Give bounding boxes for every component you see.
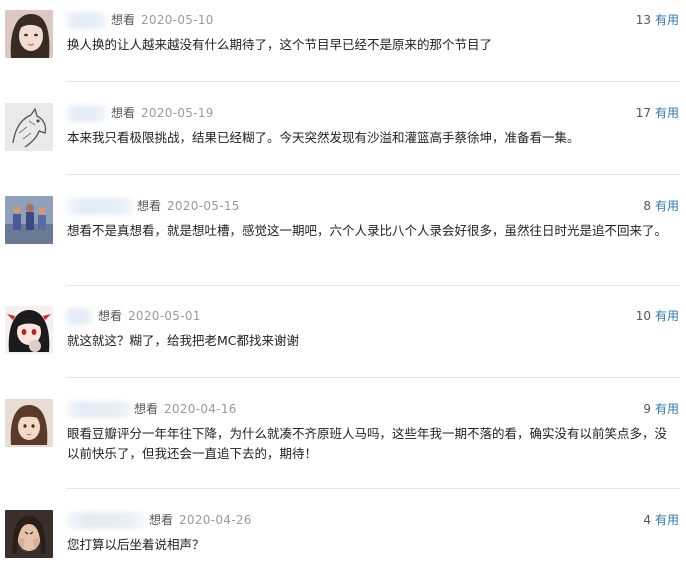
vote-count: 4 — [643, 513, 651, 527]
crying-woman-avatar-icon — [5, 510, 53, 558]
comment-date: 2020-05-15 — [167, 199, 240, 213]
useful-button[interactable]: 有用 — [655, 106, 679, 120]
useful-button[interactable]: 有用 — [655, 199, 679, 213]
vote-area: 17 有用 — [636, 103, 679, 123]
user-avatar[interactable] — [5, 103, 53, 151]
watch-status: 想看 — [134, 402, 159, 416]
comment-meta: 想看 2020-04-26 4 有用 — [64, 510, 679, 530]
watch-status: 想看 — [98, 309, 123, 323]
comment-meta: 想看 2020-05-15 8 有用 — [64, 196, 679, 216]
vote-area: 10 有用 — [636, 306, 679, 326]
username-redacted — [64, 512, 148, 529]
comment-meta: 想看 2020-04-16 9 有用 — [64, 399, 679, 419]
comment-text: 您打算以后坐着说相声？ — [67, 537, 205, 552]
divider — [66, 285, 680, 286]
vote-count: 9 — [643, 402, 651, 416]
divider — [66, 81, 680, 82]
watch-status: 想看 — [149, 513, 174, 527]
comment-text: 想看不是真想看，就是想吐槽，感觉这一期吧，六个人录比八个人录会好很多，虽然往日时… — [67, 223, 668, 238]
divider — [66, 488, 680, 489]
watch-status: 想看 — [111, 106, 136, 120]
user-avatar[interactable] — [5, 10, 53, 58]
vote-count: 8 — [643, 199, 651, 213]
comment-date: 2020-05-01 — [128, 309, 201, 323]
divider — [66, 174, 680, 175]
username-redacted — [64, 105, 108, 122]
comment-text: 本来我只看极限挑战，结果已经糊了。今天突然发现有沙溢和灌篮高手蔡徐坤，准备看一集… — [67, 130, 580, 145]
sketch-horse-avatar-icon — [5, 103, 53, 151]
vote-area: 8 有用 — [643, 196, 679, 216]
girl-with-bangs-avatar-icon — [5, 399, 53, 447]
watch-status: 想看 — [137, 199, 162, 213]
comment-date: 2020-04-26 — [179, 513, 252, 527]
useful-button[interactable]: 有用 — [655, 402, 679, 416]
comment-date: 2020-05-19 — [141, 106, 214, 120]
vote-count: 13 — [635, 13, 651, 27]
user-avatar[interactable] — [5, 510, 53, 558]
comment-meta: 想看 2020-05-01 10 有用 — [64, 306, 679, 326]
comment-text: 换人换的让人越来越没有什么期待了，这个节目早已经不是原来的那个节目了 — [67, 37, 493, 52]
comment-date: 2020-05-10 — [141, 13, 214, 27]
vote-area: 4 有用 — [643, 510, 679, 530]
useful-button[interactable]: 有用 — [655, 513, 679, 527]
basketball-players-avatar-icon — [5, 196, 53, 244]
comment-meta: 想看 2020-05-19 17 有用 — [64, 103, 679, 123]
vote-area: 9 有用 — [643, 399, 679, 419]
divider — [66, 377, 680, 378]
comment-meta: 想看 2020-05-10 13 有用 — [64, 10, 679, 30]
useful-button[interactable]: 有用 — [655, 13, 679, 27]
comment-text: 就这就这？糊了，给我把老MC都找来谢谢 — [67, 333, 300, 348]
user-avatar[interactable] — [5, 399, 53, 447]
vote-area: 13 有用 — [636, 10, 679, 30]
vote-count: 17 — [635, 106, 651, 120]
username-redacted — [64, 12, 108, 29]
user-avatar[interactable] — [5, 306, 53, 354]
watch-status: 想看 — [111, 13, 136, 27]
username-redacted — [64, 308, 94, 325]
woman-portrait-avatar-icon — [5, 10, 53, 58]
useful-button[interactable]: 有用 — [655, 309, 679, 323]
vote-count: 10 — [635, 309, 651, 323]
comment-text: 眼看豆瓣评分一年年往下降，为什么就凑不齐原班人马吗，这些年我一期不落的看，确实没… — [67, 426, 668, 461]
comment-date: 2020-04-16 — [164, 402, 237, 416]
user-avatar[interactable] — [5, 196, 53, 244]
anime-girl-avatar-icon — [5, 306, 53, 354]
username-redacted — [64, 401, 134, 418]
username-redacted — [64, 198, 136, 215]
